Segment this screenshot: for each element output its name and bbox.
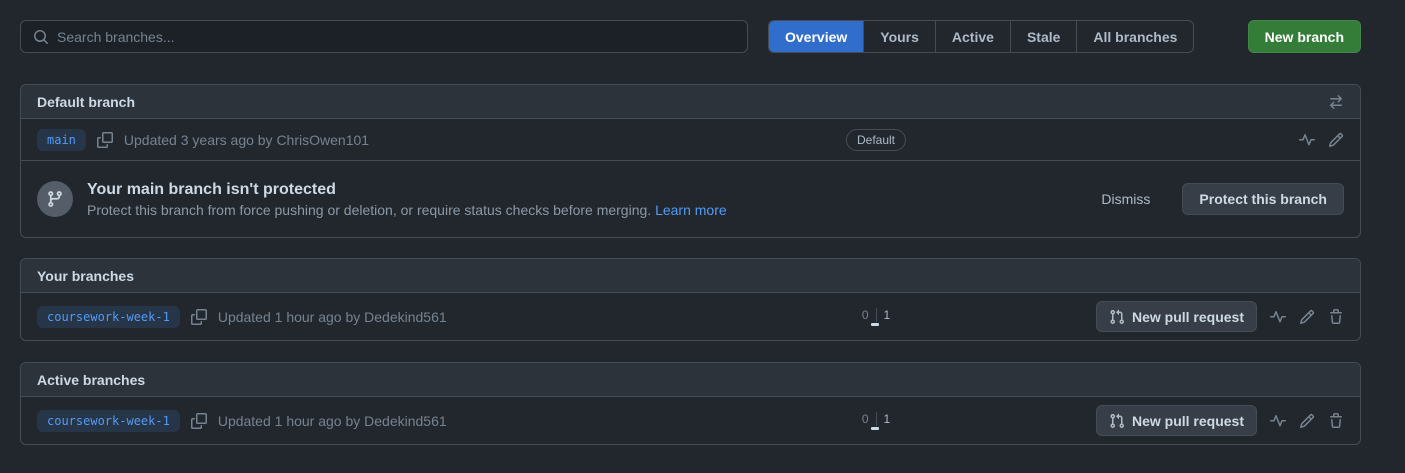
behind-count: 0 bbox=[862, 412, 869, 426]
ahead-behind-divider bbox=[876, 308, 877, 322]
active-branches-section: Active branches coursework-week-1 Update… bbox=[20, 362, 1361, 445]
notice-description: Protect this branch from force pushing o… bbox=[87, 202, 1087, 218]
branch-link-main[interactable]: main bbox=[37, 129, 86, 151]
branch-link-coursework-week-1[interactable]: coursework-week-1 bbox=[37, 410, 180, 432]
notice-text: Your main branch isn't protected Protect… bbox=[87, 181, 1087, 218]
git-pull-request-icon bbox=[1109, 309, 1125, 325]
pencil-icon[interactable] bbox=[1328, 132, 1344, 148]
trash-icon[interactable] bbox=[1328, 413, 1344, 429]
pencil-icon[interactable] bbox=[1299, 309, 1315, 325]
active-branches-header: Active branches bbox=[21, 363, 1360, 397]
tab-overview[interactable]: Overview bbox=[769, 21, 863, 52]
ahead-count: 1 bbox=[884, 308, 891, 322]
search-input[interactable] bbox=[57, 29, 735, 45]
copy-icon[interactable] bbox=[97, 132, 113, 148]
branch-filter-tabs: Overview Yours Active Stale All branches bbox=[768, 20, 1194, 53]
search-icon bbox=[33, 29, 49, 45]
notice-description-text: Protect this branch from force pushing o… bbox=[87, 202, 651, 218]
default-branch-header: Default branch bbox=[21, 85, 1360, 119]
branch-protection-notice: Your main branch isn't protected Protect… bbox=[21, 161, 1360, 237]
new-pull-request-button[interactable]: New pull request bbox=[1096, 301, 1257, 332]
updated-text: Updated 1 hour ago by Dedekind561 bbox=[218, 309, 447, 325]
tab-yours[interactable]: Yours bbox=[863, 21, 935, 52]
dismiss-button[interactable]: Dismiss bbox=[1101, 191, 1150, 207]
search-input-wrapper bbox=[20, 20, 748, 53]
notice-title: Your main branch isn't protected bbox=[87, 181, 1087, 199]
status-badge: Default bbox=[846, 129, 906, 151]
new-pull-request-label: New pull request bbox=[1132, 309, 1244, 325]
ahead-behind-widget: 0 1 bbox=[856, 308, 896, 326]
new-branch-button[interactable]: New branch bbox=[1248, 20, 1361, 53]
pencil-icon[interactable] bbox=[1299, 413, 1315, 429]
section-title: Active branches bbox=[37, 372, 145, 388]
tab-stale[interactable]: Stale bbox=[1010, 21, 1076, 52]
ahead-count: 1 bbox=[884, 412, 891, 426]
table-row: main Updated 3 years ago by ChrisOwen101… bbox=[21, 119, 1360, 161]
row-actions: New pull request bbox=[1096, 301, 1344, 332]
row-actions bbox=[1299, 132, 1344, 148]
pulse-icon[interactable] bbox=[1299, 132, 1315, 148]
your-branches-header: Your branches bbox=[21, 259, 1360, 293]
table-row: coursework-week-1 Updated 1 hour ago by … bbox=[21, 397, 1360, 444]
new-pull-request-button[interactable]: New pull request bbox=[1096, 405, 1257, 436]
git-branch-icon bbox=[37, 181, 73, 217]
pulse-icon[interactable] bbox=[1270, 413, 1286, 429]
section-title: Default branch bbox=[37, 94, 135, 110]
new-pull-request-label: New pull request bbox=[1132, 413, 1244, 429]
git-pull-request-icon bbox=[1109, 413, 1125, 429]
your-branches-section: Your branches coursework-week-1 Updated … bbox=[20, 258, 1361, 341]
ahead-behind-widget: 0 1 bbox=[856, 412, 896, 430]
learn-more-link[interactable]: Learn more bbox=[655, 202, 727, 218]
branch-link-coursework-week-1[interactable]: coursework-week-1 bbox=[37, 306, 180, 328]
pulse-icon[interactable] bbox=[1270, 309, 1286, 325]
protect-branch-button[interactable]: Protect this branch bbox=[1182, 183, 1344, 215]
updated-text: Updated 1 hour ago by Dedekind561 bbox=[218, 413, 447, 429]
ahead-behind-meter bbox=[856, 427, 896, 430]
row-actions: New pull request bbox=[1096, 405, 1344, 436]
section-title: Your branches bbox=[37, 268, 134, 284]
arrow-switch-icon[interactable] bbox=[1328, 94, 1344, 110]
tab-all-branches[interactable]: All branches bbox=[1076, 21, 1193, 52]
copy-icon[interactable] bbox=[191, 309, 207, 325]
behind-count: 0 bbox=[862, 308, 869, 322]
default-badge-wrapper: Default bbox=[846, 129, 906, 151]
branches-page: Overview Yours Active Stale All branches… bbox=[0, 0, 1405, 445]
toolbar: Overview Yours Active Stale All branches… bbox=[20, 20, 1361, 53]
table-row: coursework-week-1 Updated 1 hour ago by … bbox=[21, 293, 1360, 340]
tab-active[interactable]: Active bbox=[935, 21, 1010, 52]
trash-icon[interactable] bbox=[1328, 309, 1344, 325]
ahead-behind-divider bbox=[876, 412, 877, 426]
default-branch-section: Default branch main Updated 3 years ago … bbox=[20, 84, 1361, 238]
updated-text: Updated 3 years ago by ChrisOwen101 bbox=[124, 132, 369, 148]
ahead-behind-meter bbox=[856, 323, 896, 326]
copy-icon[interactable] bbox=[191, 413, 207, 429]
